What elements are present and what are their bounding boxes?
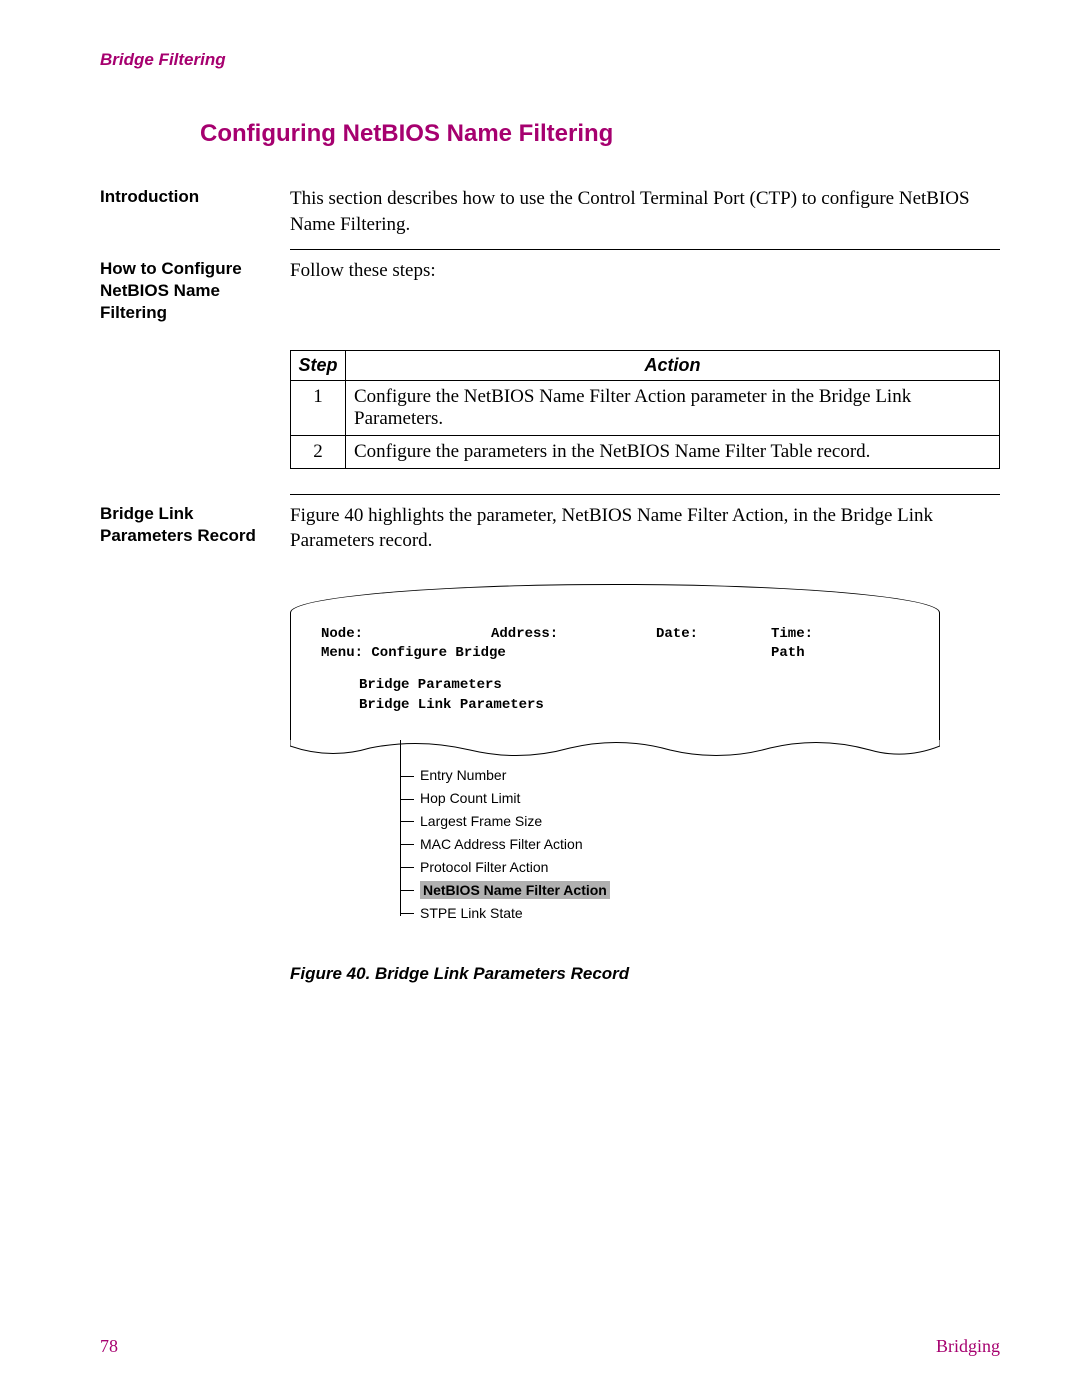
term-line-bridge-params: Bridge Parameters xyxy=(359,676,909,696)
step-action: Configure the parameters in the NetBIOS … xyxy=(346,435,1000,468)
tree-item-mac-address-filter-action: MAC Address Filter Action xyxy=(400,833,940,856)
step-action: Configure the NetBIOS Name Filter Action… xyxy=(346,380,1000,435)
section-introduction: Introduction This section describes how … xyxy=(100,178,1000,237)
term-line-bridge-link-params: Bridge Link Parameters xyxy=(359,696,909,716)
section-howto: How to Configure NetBIOS Name Filtering … xyxy=(100,250,1000,324)
tree-item-largest-frame-size: Largest Frame Size xyxy=(400,810,940,833)
term-date-label: Date: xyxy=(656,625,771,645)
table-row: 1 Configure the NetBIOS Name Filter Acti… xyxy=(291,380,1000,435)
tree-item-hop-count-limit: Hop Count Limit xyxy=(400,787,940,810)
page-footer: 78 Bridging xyxy=(100,1336,1000,1357)
tree-item-protocol-filter-action: Protocol Filter Action xyxy=(400,856,940,879)
page-number: 78 xyxy=(100,1336,118,1357)
figure-caption: Figure 40. Bridge Link Parameters Record xyxy=(290,964,1000,984)
section-bridgelink: Bridge Link Parameters Record Figure 40 … xyxy=(100,495,1000,554)
term-address-label: Address: xyxy=(491,625,656,645)
page-title: Configuring NetBIOS Name Filtering xyxy=(200,120,1000,148)
step-num: 1 xyxy=(291,380,346,435)
table-row: 2 Configure the parameters in the NetBIO… xyxy=(291,435,1000,468)
term-time-label: Time: xyxy=(771,625,813,645)
intro-text: This section describes how to use the Co… xyxy=(290,186,1000,237)
bridge-link-diagram: Node: Address: Date: Time: Menu: Configu… xyxy=(290,584,940,925)
howto-text: Follow these steps: xyxy=(290,258,1000,324)
term-node-label: Node: xyxy=(321,625,491,645)
tree-item-netbios-name-filter-action: NetBIOS Name Filter Action xyxy=(400,879,940,902)
tree-item-stpe-link-state: STPE Link State xyxy=(400,902,940,925)
col-action-header: Action xyxy=(346,350,1000,380)
side-label-introduction: Introduction xyxy=(100,186,270,237)
parameter-tree: Entry Number Hop Count Limit Largest Fra… xyxy=(400,764,940,924)
side-label-bridgelink: Bridge Link Parameters Record xyxy=(100,503,270,554)
terminal-screen: Node: Address: Date: Time: Menu: Configu… xyxy=(290,584,940,740)
col-step-header: Step xyxy=(291,350,346,380)
running-header: Bridge Filtering xyxy=(100,50,1000,70)
step-num: 2 xyxy=(291,435,346,468)
side-label-howto: How to Configure NetBIOS Name Filtering xyxy=(100,258,270,324)
chapter-name: Bridging xyxy=(936,1336,1000,1357)
steps-table: Step Action 1 Configure the NetBIOS Name… xyxy=(290,350,1000,469)
bridgelink-text: Figure 40 highlights the parameter, NetB… xyxy=(290,503,1000,554)
torn-edge-icon xyxy=(290,740,940,764)
term-menu-label: Menu: Configure Bridge xyxy=(321,644,771,664)
term-path-label: Path xyxy=(771,644,805,664)
tree-item-entry-number: Entry Number xyxy=(400,764,940,787)
